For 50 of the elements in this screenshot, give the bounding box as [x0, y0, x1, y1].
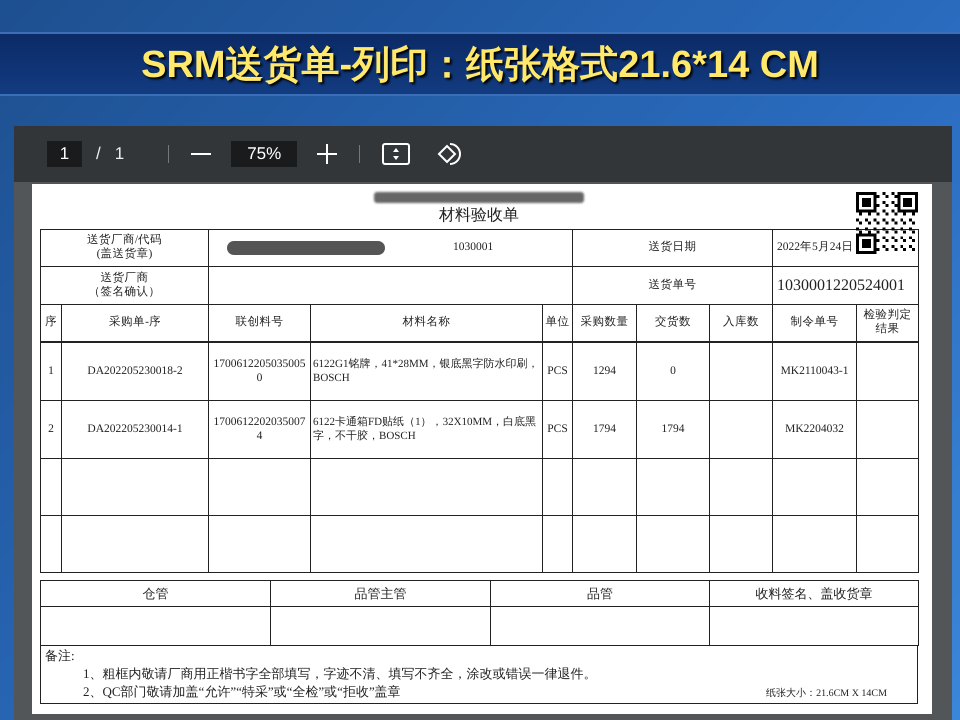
column-header: 材料名称 [402, 316, 451, 328]
fit-page-icon[interactable] [382, 143, 410, 165]
qr-code [856, 192, 918, 254]
field-value: 1030001220524001 [777, 276, 906, 294]
table-cell: 6122G1铭牌，41*28MM，银底黑字防水印刷，BOSCH [313, 358, 539, 384]
field-label: 送货厂商 （签名确认） [88, 272, 160, 298]
table-cell: 6122卡通箱FD贴纸（1），32X10MM，白底黑字，不干胶，BOSCH [313, 416, 536, 442]
note-text: 1、粗框内敬请厂商用正楷书字全部填写，字迹不清、填写不齐全，涂改或错误一律退件。 [83, 665, 596, 683]
column-header: 序 [45, 316, 57, 328]
table-cell: MK2110043-1 [780, 364, 849, 377]
column-header: 交货数 [655, 316, 692, 328]
table-cell: 0 [670, 364, 676, 377]
column-header: 采购数量 [580, 316, 629, 328]
page-count: 1 [114, 144, 124, 164]
signature-label: 仓管 [142, 586, 168, 601]
column-header: 采购单-序 [109, 316, 161, 328]
table-cell: 1294 [593, 364, 616, 377]
field-label: 送货日期 [648, 241, 697, 254]
table-cell: DA202205230014-1 [87, 422, 183, 435]
field-label: 送货单号 [648, 278, 697, 291]
document-title: 材料验收单 [439, 207, 519, 224]
field-value: 2022年5月24日 [777, 241, 854, 254]
table-cell: 2 [48, 422, 54, 435]
note-text: 2、QC部门敬请加盖“允许”“特采”或“全检”或“拒收”盖章 [83, 683, 401, 701]
column-header: 联创料号 [236, 316, 284, 328]
supplier-code: 1030001 [453, 241, 494, 254]
slide-title: SRM送货单-列印：纸张格式21.6*14 CM [141, 42, 819, 88]
table-cell: PCS [547, 364, 568, 377]
page-number-field[interactable]: 1 [47, 141, 82, 167]
table-cell: 1 [48, 364, 54, 377]
column-header: 检验判定结果 [864, 309, 912, 335]
zoom-in-icon[interactable] [317, 144, 338, 164]
column-header: 入库数 [723, 316, 760, 328]
table-cell: MK2204032 [785, 422, 844, 435]
column-header: 制令单号 [790, 316, 839, 328]
table-cell: 1794 [662, 422, 685, 435]
table-cell: PCS [547, 422, 568, 435]
page-separator: / [96, 144, 101, 164]
column-header: 单位 [546, 316, 570, 328]
table-cell: DA202205230018-2 [87, 364, 183, 377]
paper-size-text: 纸张大小：21.6CM X 14CM [766, 686, 887, 700]
zoom-field[interactable]: 75% [231, 141, 298, 167]
table-cell: 1794 [593, 422, 616, 435]
signature-label: 收料签名、盖收货章 [756, 586, 872, 601]
table-cell: 17006122050350050 [214, 358, 306, 384]
notes-label: 备注: [45, 647, 76, 665]
field-label: 送货厂商/代码 (盖送货章) [86, 234, 162, 260]
table-cell: 17006122020350074 [214, 416, 306, 442]
signature-label: 品管主管 [354, 586, 406, 601]
signature-label: 品管 [587, 586, 613, 601]
